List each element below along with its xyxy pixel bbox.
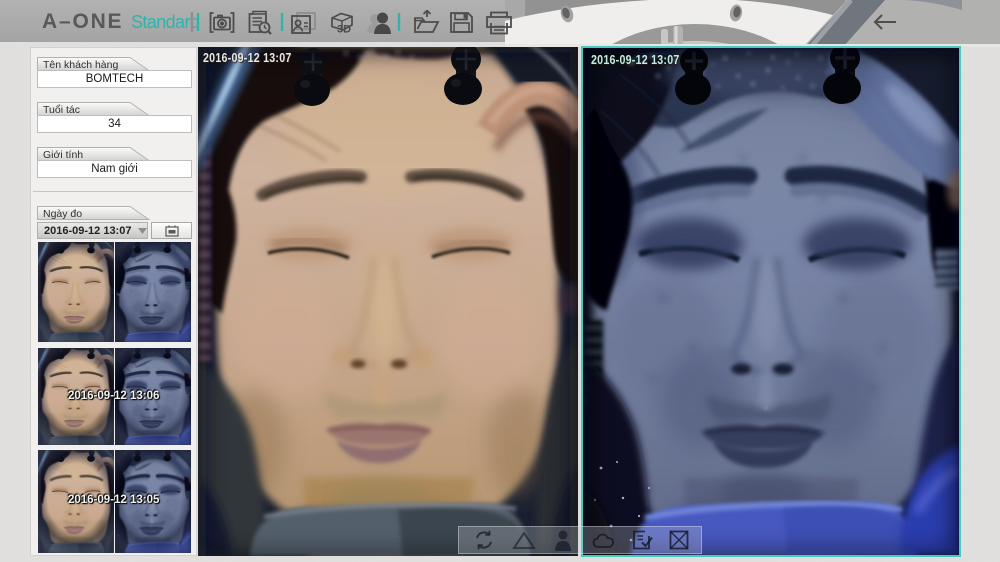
svg-text:3D: 3D — [337, 24, 351, 36]
